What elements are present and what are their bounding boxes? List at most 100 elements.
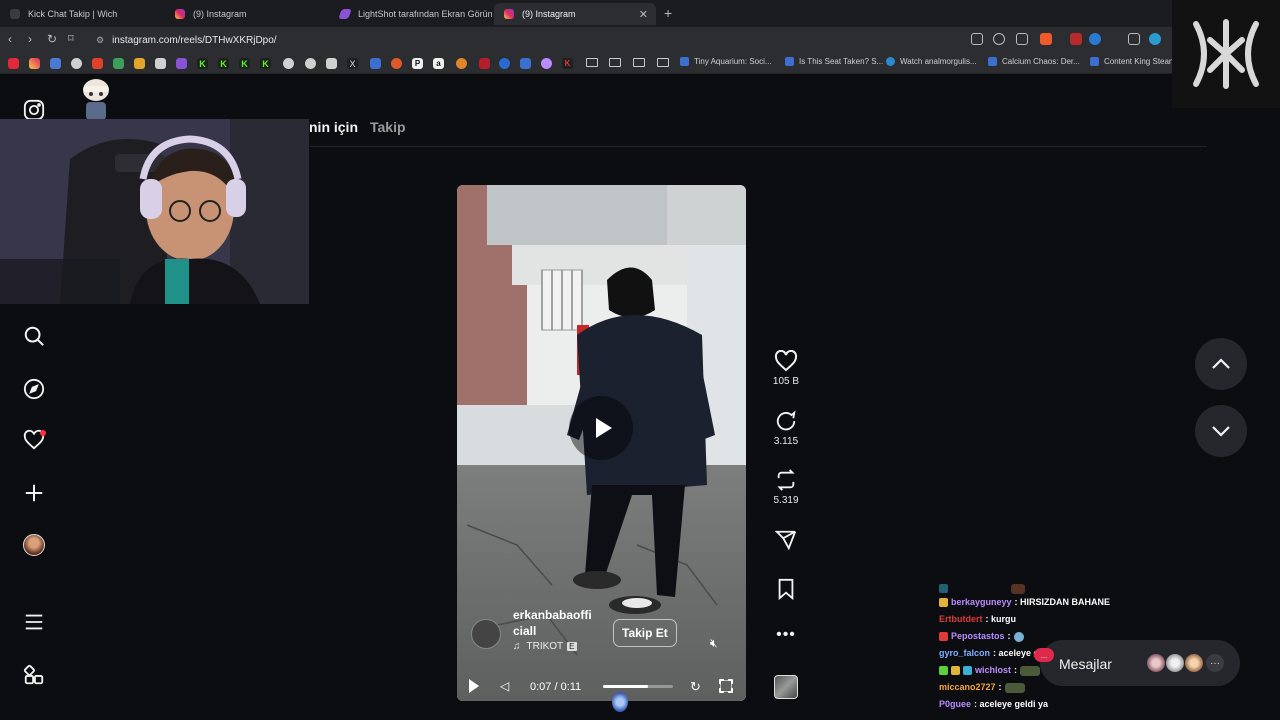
bookmark-icon[interactable] [50, 58, 61, 69]
notifications-heart-icon[interactable] [22, 428, 46, 452]
instagram-icon[interactable] [29, 58, 40, 69]
bookmark-item[interactable]: Tiny Aquarium: Soci... [680, 57, 772, 66]
bookmark-item[interactable]: Is This Seat Taken? S... [785, 57, 883, 66]
reel-video[interactable]: erkanbabaoffi ciall ♫ TRIKOT E Takip Et … [457, 185, 746, 701]
chevron-down-icon [1212, 426, 1230, 437]
more-icon[interactable]: ··· [1206, 654, 1224, 672]
volume-icon[interactable]: ◁ [500, 679, 509, 693]
notification-dot [40, 430, 46, 436]
bookmark-icon[interactable] [541, 58, 552, 69]
extension-icon[interactable] [1128, 33, 1140, 45]
bookmark-icon[interactable] [113, 58, 124, 69]
messages-panel[interactable]: ... Mesajlar ··· [1034, 640, 1240, 686]
more-options-icon[interactable]: ••• [770, 626, 802, 644]
progress-track[interactable] [603, 685, 673, 688]
tab-following[interactable]: Takip [370, 119, 406, 135]
play-overlay-button[interactable] [569, 396, 633, 460]
audio-name: TRIKOT [526, 641, 564, 652]
kick-icon[interactable]: K [260, 58, 271, 69]
bookmark-icon[interactable] [456, 58, 467, 69]
zoom-icon[interactable] [993, 33, 1005, 45]
profile-avatar[interactable] [22, 533, 46, 557]
author-name[interactable]: erkanbabaoffi ciall [513, 607, 592, 639]
drive-icon[interactable] [134, 58, 145, 69]
kick-icon[interactable]: K [239, 58, 250, 69]
brave-shield-icon[interactable] [1040, 33, 1052, 45]
next-reel-button[interactable] [1195, 405, 1247, 457]
repost-button[interactable]: 5.319 [770, 469, 802, 506]
comment-button[interactable]: 3.115 [770, 410, 802, 447]
forward-icon[interactable]: › [28, 32, 32, 46]
bookmark-icon[interactable]: K [562, 58, 573, 69]
search-icon[interactable] [22, 324, 46, 348]
tab-title: (9) Instagram [522, 9, 576, 19]
follow-button[interactable]: Takip Et [613, 619, 677, 647]
bookmark-icon[interactable] [305, 58, 316, 69]
twitch-icon[interactable] [176, 58, 187, 69]
extension-icon[interactable] [1149, 33, 1161, 45]
reload-icon[interactable]: ↻ [47, 32, 57, 46]
browser-tab-active[interactable]: (9) Instagram ✕ [494, 3, 656, 25]
share-icon[interactable] [1016, 33, 1028, 45]
explore-icon[interactable] [22, 377, 46, 401]
tab-title: Kick Chat Takip | Wich [28, 9, 118, 19]
tab-for-you[interactable]: nin için [309, 119, 358, 135]
anchor-icon[interactable] [283, 58, 294, 69]
extension-icon[interactable] [1089, 33, 1101, 45]
replay-icon[interactable]: ↻ [690, 679, 701, 695]
bookmark-item[interactable]: Watch analmorgulis... [886, 57, 977, 66]
extension-icon[interactable] [1070, 33, 1082, 45]
bookmark-icon[interactable]: P [412, 58, 423, 69]
previous-reel-button[interactable] [1195, 338, 1247, 390]
like-button[interactable]: 105 B [770, 350, 802, 387]
cast-icon[interactable] [971, 33, 983, 45]
menu-icon[interactable] [22, 610, 46, 634]
bookmark-item[interactable]: Calcium Chaos: Der... [988, 57, 1080, 66]
x-icon[interactable]: X [347, 58, 358, 69]
bookmark-icon[interactable] [155, 58, 166, 69]
site-info-icon[interactable]: ⚙ [96, 35, 104, 46]
mute-icon[interactable]: 🔇︎ [710, 636, 718, 651]
steam-icon [785, 57, 794, 66]
amazon-icon[interactable]: a [433, 58, 444, 69]
create-plus-icon[interactable] [22, 481, 46, 505]
back-icon[interactable]: ‹ [8, 32, 12, 46]
close-tab-icon[interactable]: ✕ [639, 8, 648, 21]
save-button[interactable] [770, 578, 802, 600]
bookmark-icon[interactable] [326, 58, 337, 69]
play-control-icon[interactable] [469, 679, 479, 693]
folder-icon[interactable] [633, 58, 645, 67]
browser-tab[interactable]: LightShot tarafından Ekran Görüntüsü [330, 3, 492, 25]
youtube-icon[interactable] [8, 58, 19, 69]
kick-icon[interactable]: K [197, 58, 208, 69]
folder-icon[interactable] [586, 58, 598, 67]
also-from-meta-icon[interactable] [22, 663, 46, 687]
bookmark-icon[interactable] [92, 58, 103, 69]
bookmark-label: Calcium Chaos: Der... [1002, 57, 1080, 66]
bookmark-icon[interactable] [520, 58, 531, 69]
new-tab-button[interactable]: + [664, 5, 672, 21]
share-button[interactable] [770, 529, 802, 551]
browser-tab[interactable]: Kick Chat Takip | Wich [0, 3, 165, 25]
address-bar[interactable]: ⚙ instagram.com/reels/DTHwXKRjDpo/ [88, 30, 968, 50]
bookmark-icon[interactable] [71, 58, 82, 69]
kick-icon[interactable]: K [218, 58, 229, 69]
author-avatar[interactable] [471, 619, 501, 649]
audio-track[interactable]: ♫ TRIKOT E [513, 641, 577, 652]
audio-thumbnail[interactable] [774, 675, 798, 699]
bookmark-icon[interactable] [499, 58, 510, 69]
chat-message: : HIRSIZDAN BAHANE [1014, 597, 1111, 607]
bookmark-icon[interactable] [479, 58, 490, 69]
browser-tab[interactable]: (9) Instagram [165, 3, 328, 25]
folder-icon[interactable] [657, 58, 669, 67]
folder-icon[interactable] [609, 58, 621, 67]
bookmark-icon[interactable] [370, 58, 381, 69]
fullscreen-icon[interactable] [719, 679, 733, 693]
chat-emote-icon [1020, 665, 1041, 676]
instagram-icon [504, 9, 514, 19]
reddit-icon[interactable] [391, 58, 402, 69]
bookmark-item[interactable]: Content King Stean [1090, 57, 1173, 66]
messages-notification-badge: ... [1034, 648, 1054, 662]
scrubber-handle-icon[interactable] [612, 692, 628, 712]
bookmark-icon[interactable]: ⌑ [68, 32, 74, 45]
